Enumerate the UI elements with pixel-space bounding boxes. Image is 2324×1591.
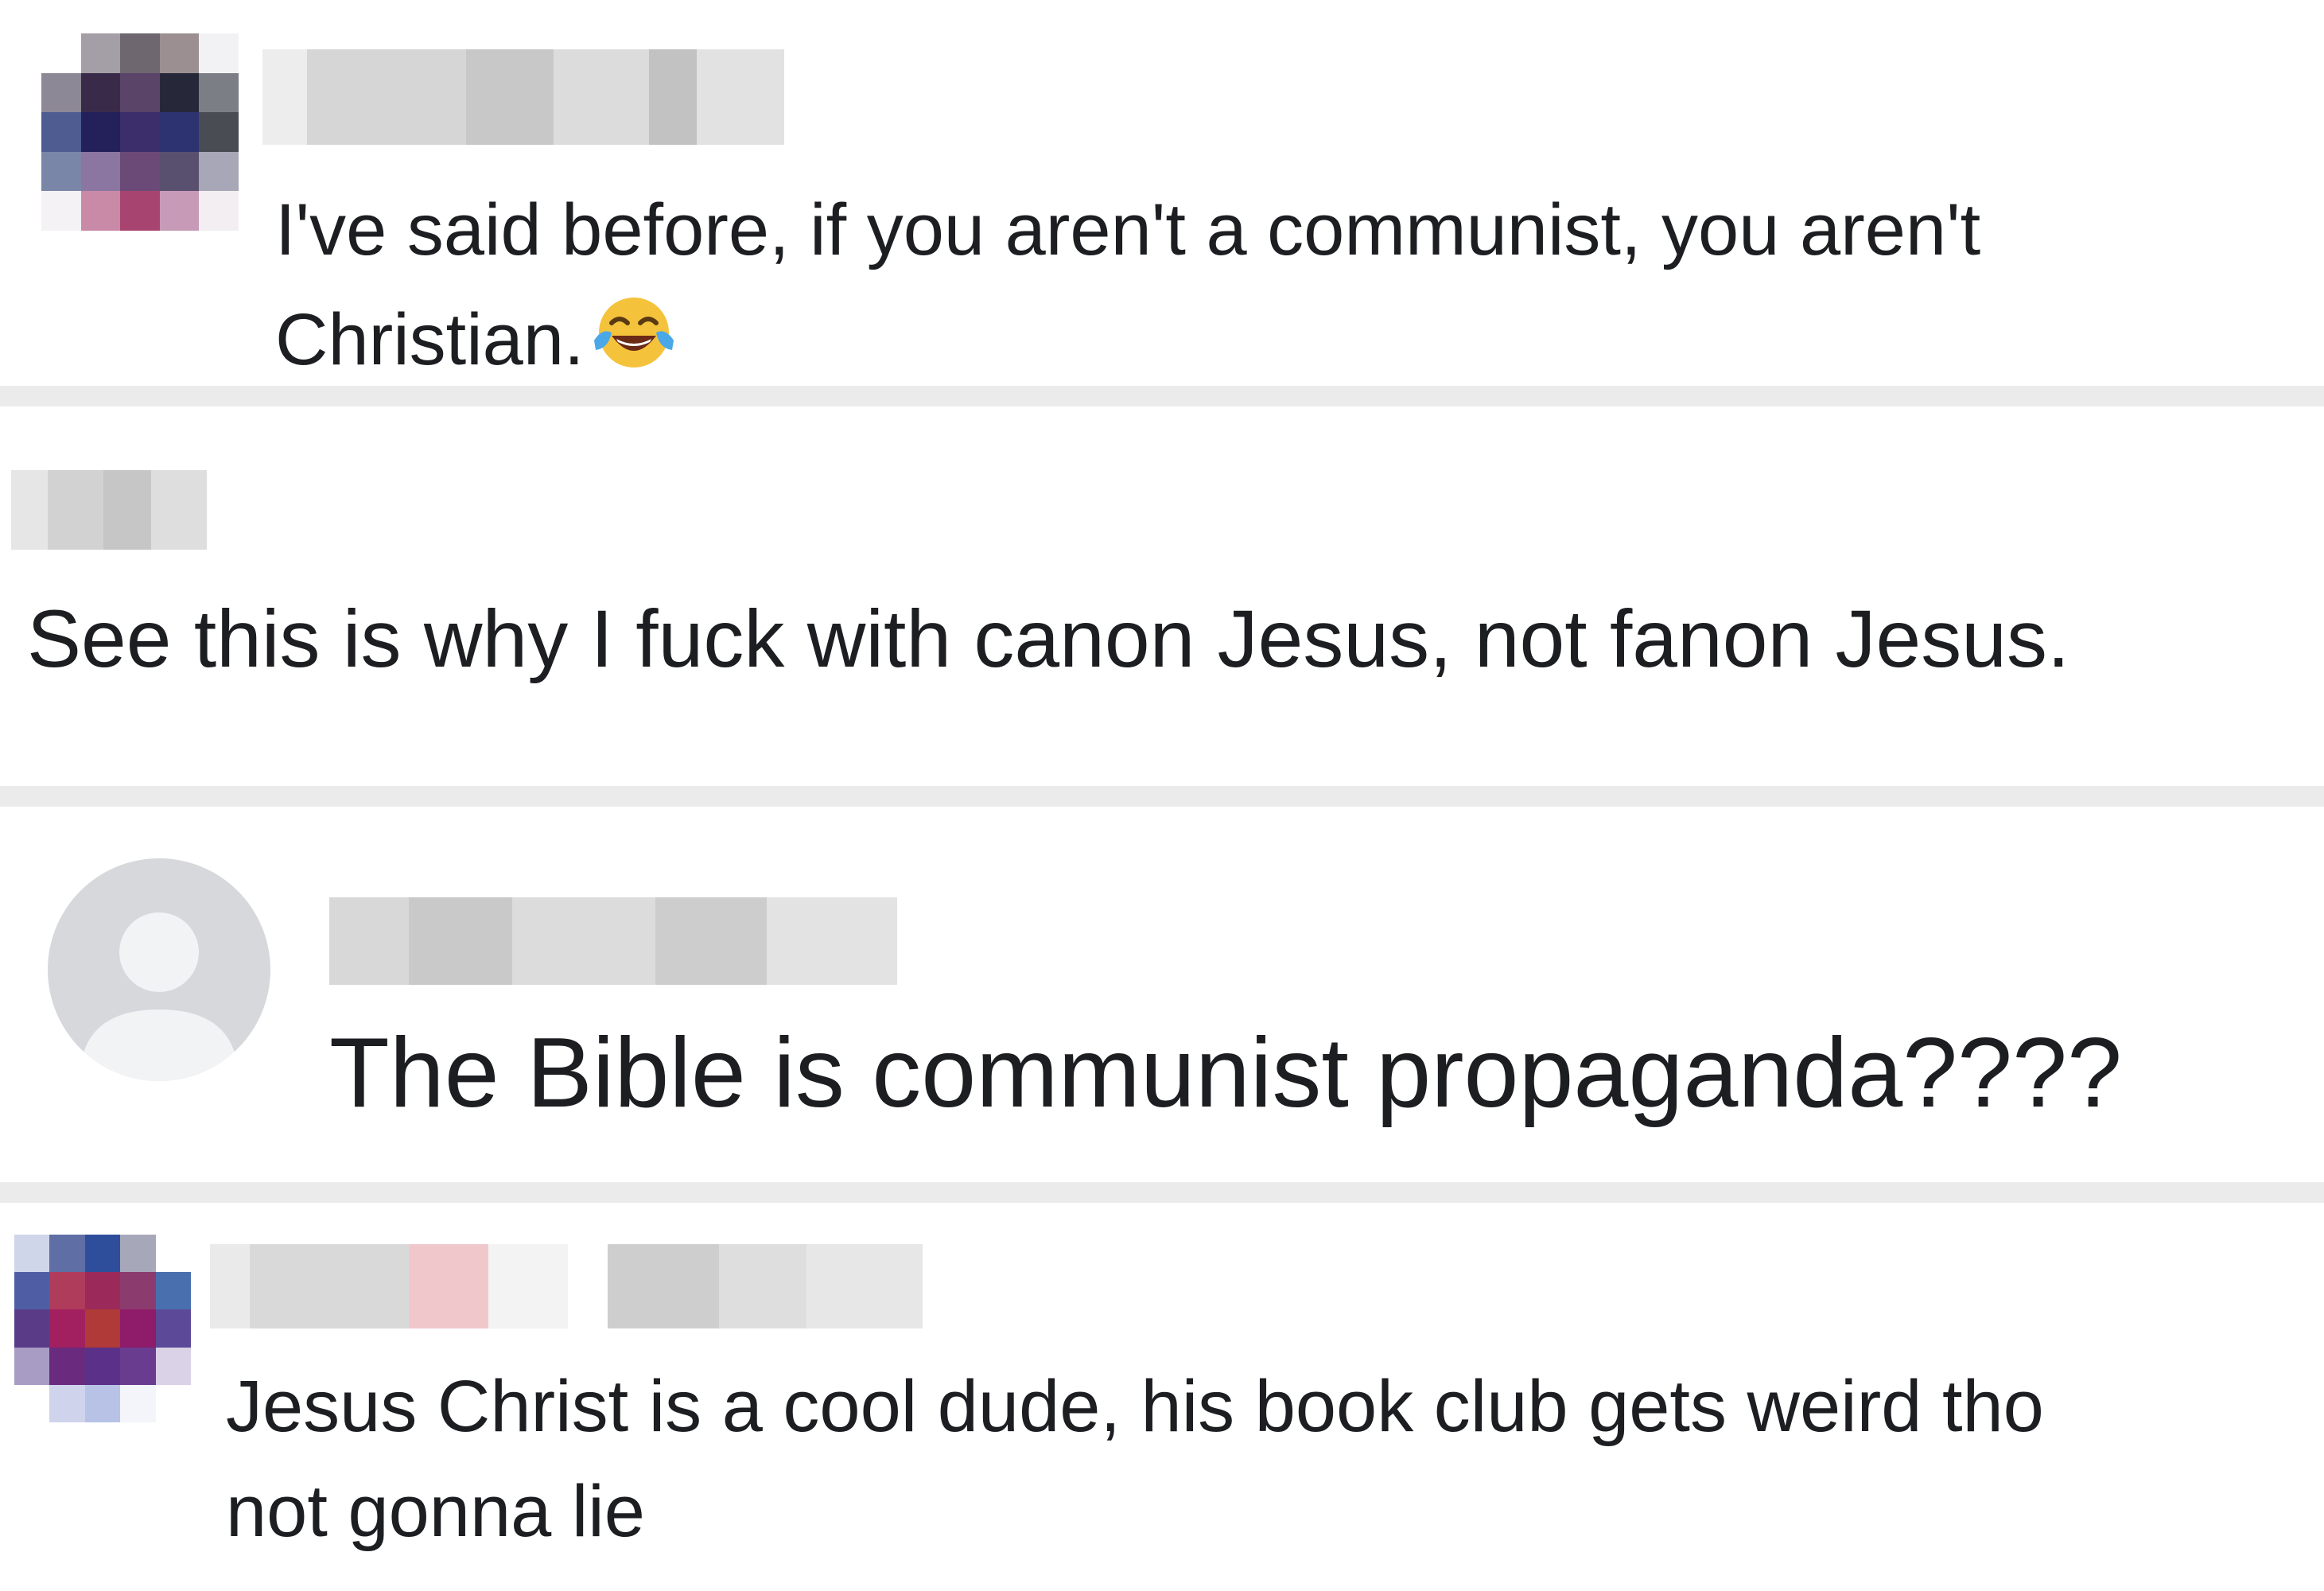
author-name-blurred[interactable] <box>11 470 207 550</box>
comment-text-line-1: Jesus Christ is a cool dude, his book cl… <box>226 1366 2044 1447</box>
author-name-blurred[interactable] <box>210 1244 923 1328</box>
avatar[interactable] <box>14 1235 191 1422</box>
comment-4: Jesus Christ is a cool dude, his book cl… <box>0 1203 2324 1591</box>
comment-1: I've said before, if you aren't a commun… <box>0 0 2324 386</box>
author-name-blurred[interactable] <box>262 49 784 145</box>
comment-text-line-2: Christian. <box>275 299 585 380</box>
author-name-blurred[interactable] <box>329 897 897 985</box>
comment-divider <box>0 386 2324 407</box>
avatar[interactable] <box>48 858 270 1081</box>
comment-text: Jesus Christ is a cool dude, his book cl… <box>226 1354 2310 1564</box>
comment-text-line-2: not gonna lie <box>226 1471 645 1552</box>
comment-text: I've said before, if you aren't a commun… <box>275 175 2311 386</box>
comment-3: The Bible is communist propaganda???? <box>0 807 2324 1182</box>
avatar[interactable] <box>41 33 239 231</box>
comment-text-line-1: I've said before, if you aren't a commun… <box>275 189 1981 270</box>
comment-2: See this is why I fuck with canon Jesus,… <box>0 407 2324 786</box>
default-user-icon <box>80 912 239 1081</box>
comment-divider <box>0 1182 2324 1203</box>
comment-divider <box>0 786 2324 807</box>
face-with-tears-of-joy-icon <box>591 293 677 386</box>
comment-text: The Bible is communist propaganda???? <box>329 1018 2123 1128</box>
comment-text: See this is why I fuck with canon Jesus,… <box>27 593 2070 684</box>
